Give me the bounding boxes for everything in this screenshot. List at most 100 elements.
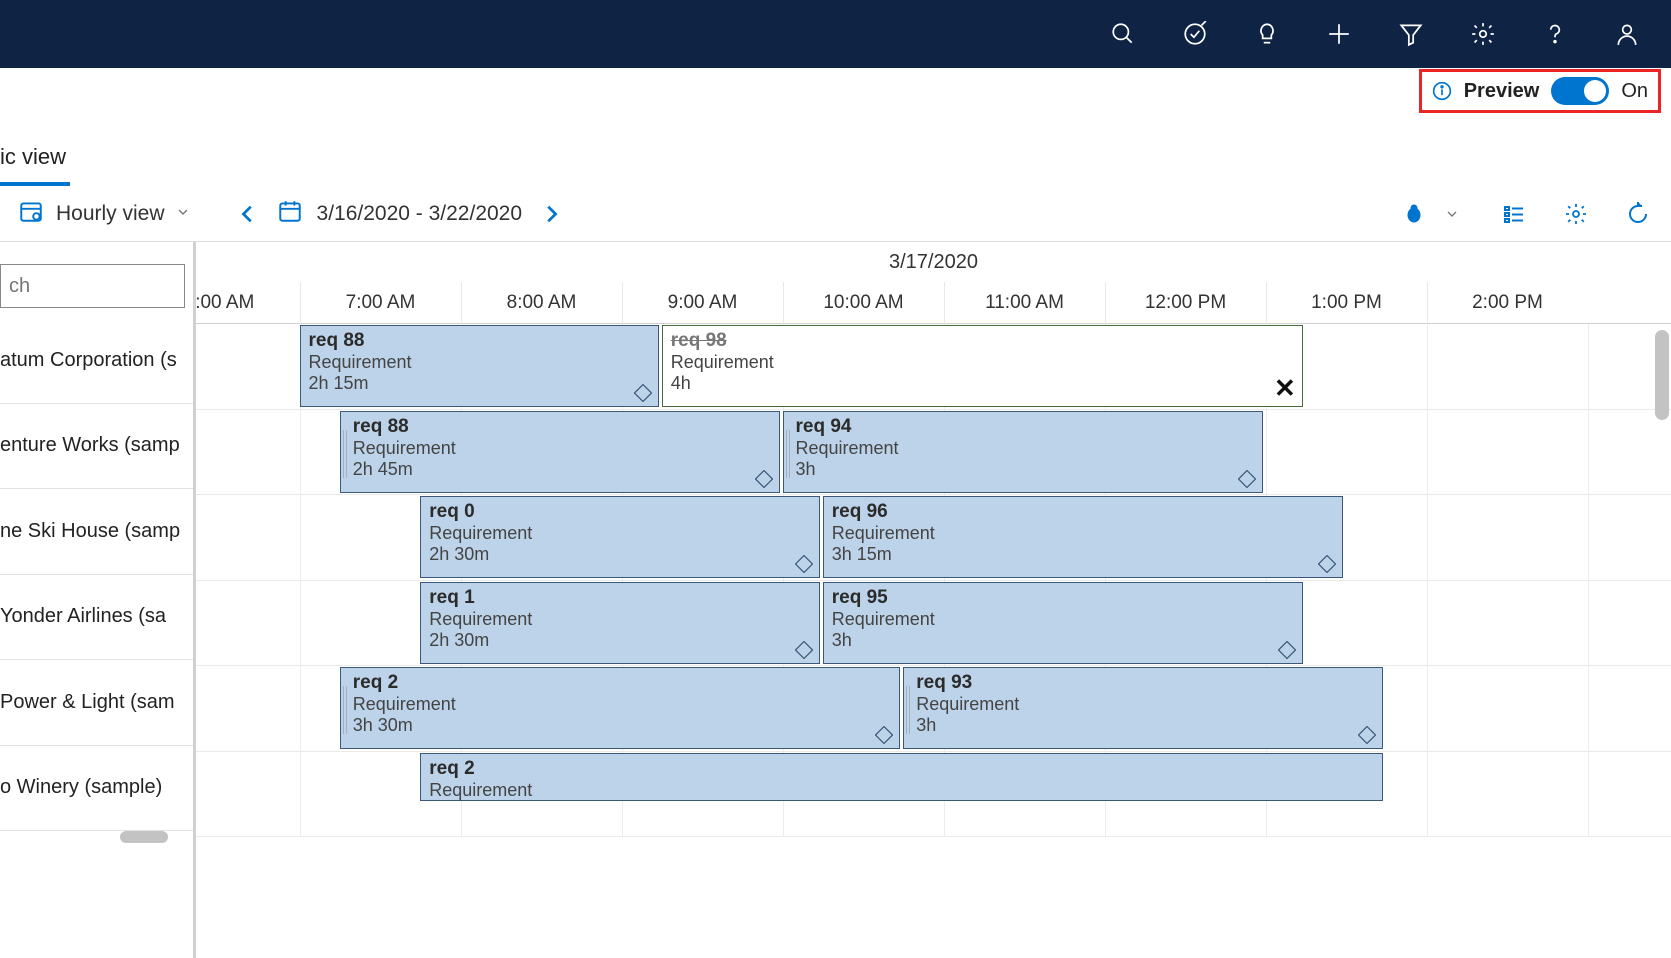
booking-title: req 0 [429,501,811,523]
time-column-header: 6:00 AM [196,282,300,324]
booking-status-icon [1278,641,1298,661]
booking-duration: 2h 30m [429,544,811,565]
bug-chevron-down-icon[interactable] [1437,199,1467,229]
search-icon[interactable] [1107,18,1139,50]
preview-toggle[interactable] [1551,77,1609,105]
booking-title: req 93 [916,672,1374,694]
grid-row[interactable]: req 2Requirement3h 30mreq 93Requirement3… [196,666,1671,752]
booking-status-icon [795,555,815,575]
schedule-toolbar: Hourly view 3/16/2020 - 3/22/2020 [0,186,1671,242]
resource-row[interactable]: ne Ski House (samp [0,489,193,575]
booking-status-icon [795,641,815,661]
booking-subtitle: Requirement [309,352,650,373]
refresh-icon[interactable] [1623,199,1653,229]
booking-status-icon [1238,470,1258,490]
drag-grip-icon[interactable] [786,430,792,478]
global-header [0,0,1671,68]
time-column-header: 12:00 PM [1105,282,1266,324]
booking-title: req 88 [353,416,771,438]
booking-title: req 94 [796,416,1254,438]
add-icon[interactable] [1323,18,1355,50]
drag-grip-icon[interactable] [343,686,349,734]
booking-subtitle: Requirement [916,694,1374,715]
schedule-wrap: atum Corporation (senture Works (sampne … [0,242,1671,958]
booking-duration: 4h [671,373,1294,394]
drag-grip-icon[interactable] [906,686,912,734]
booking-duration: 3h [832,630,1294,651]
view-mode-dropdown[interactable]: Hourly view [56,202,191,226]
info-icon[interactable] [1432,81,1452,101]
resource-row[interactable]: Power & Light (sam [0,660,193,746]
gear-icon[interactable] [1467,18,1499,50]
next-week-button[interactable] [534,197,568,231]
grid-row[interactable]: req 0Requirement2h 30mreq 96Requirement3… [196,495,1671,581]
task-check-icon[interactable] [1179,18,1211,50]
booking-duration: 2h 45m [353,459,771,480]
booking[interactable]: req 88Requirement2h 45m [340,411,780,493]
time-column-header: 8:00 AM [461,282,622,324]
booking-status-icon [755,470,775,490]
list-icon[interactable] [1499,199,1529,229]
booking-subtitle: Requirement [429,523,811,544]
booking-duration: 2h 30m [429,630,811,651]
grid-row[interactable]: req 2Requirement [196,752,1671,838]
time-column-header: 11:00 AM [944,282,1105,324]
booking-status-icon [1358,726,1378,746]
booking-subtitle: Requirement [353,694,892,715]
account-icon[interactable] [1611,18,1643,50]
booking[interactable]: req 0Requirement2h 30m [420,496,820,578]
booking-cancelled[interactable]: req 98Requirement4h✕ [662,325,1303,407]
time-header: 6:00 AM7:00 AM8:00 AM9:00 AM10:00 AM11:0… [196,282,1671,324]
booking-subtitle: Requirement [671,352,1294,373]
booking-subtitle: Requirement [429,609,811,630]
tabs-row: ic view [0,114,1671,186]
resource-row[interactable]: atum Corporation (s [0,318,193,404]
drag-grip-icon[interactable] [343,430,349,478]
view-mode-label: Hourly view [56,202,165,226]
search-input[interactable] [9,275,176,298]
filter-icon[interactable] [1395,18,1427,50]
booking-duration: 2h 15m [309,373,650,394]
booking[interactable]: req 93Requirement3h [903,667,1383,749]
booking-status-icon [875,726,895,746]
help-icon[interactable] [1539,18,1571,50]
grid-row[interactable]: req 88Requirement2h 45mreq 94Requirement… [196,410,1671,496]
lightbulb-icon[interactable] [1251,18,1283,50]
booking[interactable]: req 2Requirement [420,753,1383,801]
resource-row[interactable]: Yonder Airlines (sa [0,575,193,661]
booking-duration: 3h [796,459,1254,480]
v-scrollbar[interactable] [1655,330,1669,420]
booking-title: req 1 [429,587,811,609]
booking[interactable]: req 88Requirement2h 15m [300,325,659,407]
preview-toggle-state: On [1621,80,1648,103]
schedule-grid[interactable]: 3/17/2020 6:00 AM7:00 AM8:00 AM9:00 AM10… [196,242,1671,958]
booking[interactable]: req 95Requirement3h [823,582,1303,664]
booking[interactable]: req 96Requirement3h 15m [823,496,1343,578]
preview-toggle-row: Preview On [0,68,1671,114]
preview-toggle-box: Preview On [1419,69,1661,113]
time-column-header: 10:00 AM [783,282,944,324]
resource-search[interactable] [0,264,185,308]
booking-duration: 3h 15m [832,544,1334,565]
date-range[interactable]: 3/16/2020 - 3/22/2020 [277,198,523,230]
resource-row[interactable]: o Winery (sample) [0,746,193,832]
booking-status-icon [634,384,654,404]
h-scrollbar[interactable] [120,831,168,843]
grid-row[interactable]: req 88Requirement2h 15mreq 98Requirement… [196,324,1671,410]
resource-row[interactable]: enture Works (samp [0,404,193,490]
grid-row[interactable]: req 1Requirement2h 30mreq 95Requirement3… [196,581,1671,667]
booking-subtitle: Requirement [832,523,1334,544]
booking-duration: 3h [916,715,1374,736]
booking-title: req 2 [353,672,892,694]
booking[interactable]: req 1Requirement2h 30m [420,582,820,664]
tab-active[interactable]: ic view [0,144,70,186]
date-range-text: 3/16/2020 - 3/22/2020 [317,202,523,226]
board-gear-icon[interactable] [1561,199,1591,229]
calendar-icon [277,198,303,230]
prev-week-button[interactable] [231,197,265,231]
booking[interactable]: req 94Requirement3h [783,411,1263,493]
bug-icon[interactable] [1399,199,1429,229]
booking-subtitle: Requirement [796,438,1254,459]
booking[interactable]: req 2Requirement3h 30m [340,667,901,749]
booking-subtitle: Requirement [832,609,1294,630]
